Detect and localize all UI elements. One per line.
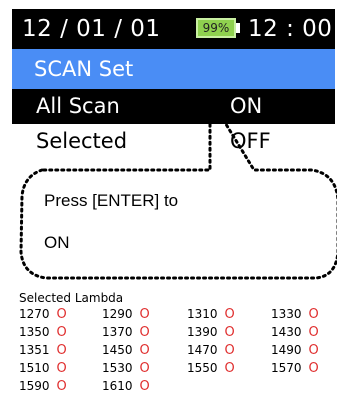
menu-item-label: Selected (36, 129, 128, 153)
lambda-value: 1510 (19, 361, 50, 375)
lambda-row: 1590 O 1610 O (19, 377, 335, 395)
lambda-item[interactable]: 1470 O (187, 341, 235, 360)
menu-item-label: All Scan (36, 94, 120, 118)
lambda-value: 1330 (271, 307, 302, 321)
status-time: 12 : 00 (248, 16, 333, 42)
lambda-marker-icon: O (224, 307, 235, 322)
lambda-marker-icon: O (56, 325, 67, 340)
lambda-item[interactable]: 1330 O (271, 305, 319, 324)
lambda-item[interactable]: 1530 O (102, 359, 150, 378)
lambda-item[interactable]: 1310 O (187, 305, 235, 324)
lambda-value: 1490 (271, 343, 302, 357)
lambda-marker-icon: O (56, 307, 67, 322)
lambda-item[interactable]: 1370 O (102, 323, 150, 342)
lambda-row: 1350 O 1370 O 1390 O 1430 O (19, 323, 335, 341)
lambda-row: 1510 O 1530 O 1550 O 1570 O (19, 359, 335, 377)
menu-item-all-scan[interactable]: All Scan ON (12, 89, 335, 124)
lambda-row: 1351 O 1450 O 1470 O 1490 O (19, 341, 335, 359)
lambda-value: 1530 (102, 361, 133, 375)
lambda-value: 1470 (187, 343, 218, 357)
status-date: 12 / 01 / 01 (22, 16, 161, 42)
lambda-item[interactable]: 1510 O (19, 359, 67, 378)
lambda-item[interactable]: 1450 O (102, 341, 150, 360)
lambda-item[interactable]: 1430 O (271, 323, 319, 342)
lambda-value: 1270 (19, 307, 50, 321)
battery-icon: 99% (196, 18, 236, 38)
lambda-value: 1310 (187, 307, 218, 321)
lambda-item[interactable]: 1270 O (19, 305, 67, 324)
lambda-value: 1290 (102, 307, 133, 321)
lambda-marker-icon: O (224, 343, 235, 358)
lambda-marker-icon: O (139, 343, 150, 358)
lambda-value: 1590 (19, 379, 50, 393)
lambda-item[interactable]: 1390 O (187, 323, 235, 342)
lambda-marker-icon: O (224, 325, 235, 340)
lambda-item[interactable]: 1550 O (187, 359, 235, 378)
callout-text-line-1: Press [ENTER] to (44, 191, 179, 210)
lambda-marker-icon: O (139, 325, 150, 340)
device-screen: 12 / 01 / 01 99% 12 : 00 SCAN Set All Sc… (0, 0, 337, 419)
lambda-value: 1390 (187, 325, 218, 339)
lambda-item[interactable]: 1570 O (271, 359, 319, 378)
menu-item-value: OFF (230, 129, 271, 153)
lambda-value: 1350 (19, 325, 50, 339)
menu-title-bar: SCAN Set (12, 49, 335, 89)
lambda-value: 1370 (102, 325, 133, 339)
lambda-section-title: Selected Lambda (19, 291, 124, 305)
lambda-item[interactable]: 1610 O (102, 377, 150, 396)
lambda-marker-icon: O (139, 307, 150, 322)
lambda-marker-icon: O (308, 361, 319, 376)
lambda-marker-icon: O (56, 343, 67, 358)
lambda-item[interactable]: 1290 O (102, 305, 150, 324)
lambda-item[interactable]: 1350 O (19, 323, 67, 342)
lambda-marker-icon: O (308, 343, 319, 358)
lambda-grid: 1270 O 1290 O 1310 O 1330 O 1350 O 1370 O 1390… (19, 305, 335, 395)
lambda-value: 1610 (102, 379, 133, 393)
lambda-item[interactable]: 1490 O (271, 341, 319, 360)
menu-item-value: ON (230, 94, 263, 118)
lambda-item[interactable]: 1351 O (19, 341, 67, 360)
lambda-marker-icon: O (139, 361, 150, 376)
callout-text-line-2: ON (44, 233, 70, 252)
lambda-value: 1550 (187, 361, 218, 375)
lambda-marker-icon: O (308, 307, 319, 322)
lambda-value: 1430 (271, 325, 302, 339)
menu-item-selected[interactable]: Selected OFF (12, 124, 335, 159)
lambda-value: 1351 (19, 343, 50, 357)
lambda-item[interactable]: 1590 O (19, 377, 67, 396)
lambda-marker-icon: O (139, 379, 150, 394)
menu-title: SCAN Set (34, 57, 134, 81)
lambda-marker-icon: O (56, 361, 67, 376)
lambda-marker-icon: O (308, 325, 319, 340)
lambda-marker-icon: O (224, 361, 235, 376)
lambda-row: 1270 O 1290 O 1310 O 1330 O (19, 305, 335, 323)
lambda-value: 1450 (102, 343, 133, 357)
battery-tip (236, 23, 240, 33)
status-bar: 12 / 01 / 01 99% 12 : 00 (12, 9, 335, 49)
lambda-marker-icon: O (56, 379, 67, 394)
lambda-value: 1570 (271, 361, 302, 375)
